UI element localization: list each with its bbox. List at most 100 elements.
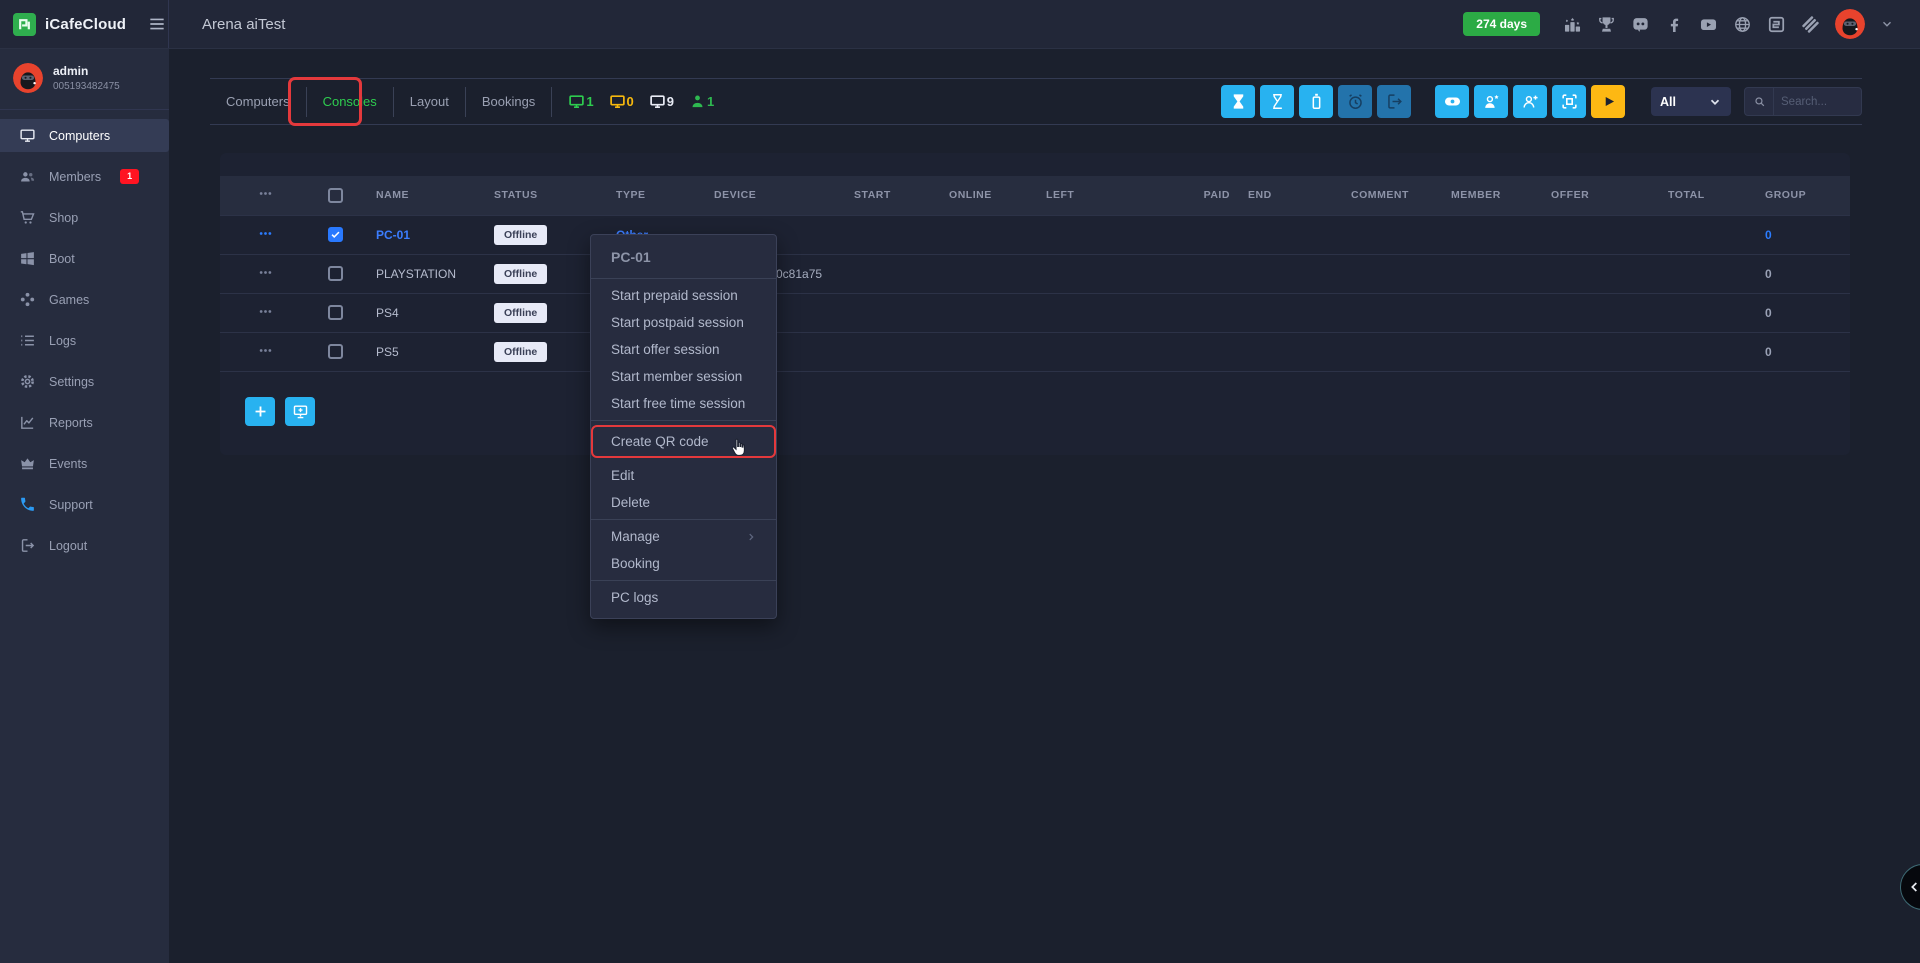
account-chevron-down-icon[interactable] bbox=[1880, 17, 1894, 31]
alarm-clock-icon bbox=[1346, 92, 1365, 111]
group-count[interactable]: 0 bbox=[1749, 293, 1850, 332]
menu-item-start-prepaid-session[interactable]: Start prepaid session bbox=[591, 282, 776, 309]
plus-icon bbox=[252, 403, 269, 420]
brand[interactable]: iCafeCloud bbox=[0, 0, 169, 48]
add-console-button[interactable] bbox=[245, 397, 275, 426]
gamepad-icon bbox=[19, 291, 36, 308]
postpaid-session-button[interactable] bbox=[1260, 85, 1294, 118]
gear-icon bbox=[19, 373, 36, 390]
user-avatar[interactable] bbox=[1835, 9, 1865, 39]
qr-scan-button[interactable] bbox=[1552, 85, 1586, 118]
menu-item-start-member-session[interactable]: Start member session bbox=[591, 363, 776, 390]
group-count[interactable]: 0 bbox=[1749, 254, 1850, 293]
menu-item-start-free-time-session[interactable]: Start free time session bbox=[591, 390, 776, 417]
tab-consoles[interactable]: Consoles bbox=[307, 94, 393, 109]
sidebar-user-name: admin bbox=[53, 64, 120, 78]
counter-consoles-online[interactable]: 1 bbox=[568, 93, 593, 110]
header-menu-icon[interactable] bbox=[258, 186, 273, 201]
row-menu-button[interactable] bbox=[258, 304, 273, 319]
sign-out-icon bbox=[1385, 92, 1404, 111]
table-header-row: NAME STATUS TYPE DEVICE START ONLINE LEF… bbox=[220, 176, 1850, 215]
sidebar-item-shop[interactable]: Shop bbox=[0, 201, 169, 234]
menu-item-start-postpaid-session[interactable]: Start postpaid session bbox=[591, 309, 776, 336]
search-input[interactable] bbox=[1774, 96, 1861, 108]
sidebar-item-support[interactable]: Support bbox=[0, 488, 169, 521]
sidebar-item-reports[interactable]: Reports bbox=[0, 406, 169, 439]
sidebar-item-computers[interactable]: Computers bbox=[0, 119, 169, 152]
status-badge: Offline bbox=[494, 303, 547, 323]
select-all-checkbox[interactable] bbox=[328, 188, 343, 203]
sidebar-item-logout[interactable]: Logout bbox=[0, 529, 169, 562]
play-icon bbox=[1599, 92, 1618, 111]
tab-bookings[interactable]: Bookings bbox=[466, 94, 551, 109]
submenu-chevron-right-icon bbox=[746, 532, 756, 542]
trophy-icon[interactable] bbox=[1597, 15, 1616, 34]
hamburger-menu-icon[interactable] bbox=[147, 14, 167, 34]
menu-divider bbox=[591, 519, 776, 520]
group-count[interactable]: 0 bbox=[1749, 215, 1850, 254]
sidebar-item-settings[interactable]: Settings bbox=[0, 365, 169, 398]
table-row-ps5[interactable]: PS5 Offline 0 bbox=[220, 332, 1850, 371]
group-count[interactable]: 0 bbox=[1749, 332, 1850, 371]
console-name[interactable]: PS5 bbox=[360, 332, 478, 371]
ranking-icon[interactable] bbox=[1563, 15, 1582, 34]
discord-icon[interactable] bbox=[1631, 15, 1650, 34]
row-checkbox[interactable] bbox=[328, 305, 343, 320]
counter-members-online[interactable]: 1 bbox=[689, 93, 714, 110]
monitor-icon bbox=[609, 93, 626, 110]
row-checkbox[interactable] bbox=[328, 227, 343, 242]
sidebar-item-members[interactable]: Members 1 bbox=[0, 160, 169, 193]
timer-button[interactable] bbox=[1338, 85, 1372, 118]
table-row-playstation[interactable]: PLAYSTATION Offline 0c81a75 0 bbox=[220, 254, 1850, 293]
menu-item-create-qr-code[interactable]: Create QR code bbox=[591, 425, 776, 458]
chart-line-icon bbox=[19, 414, 36, 431]
row-checkbox[interactable] bbox=[328, 266, 343, 281]
menu-item-edit[interactable]: Edit bbox=[591, 462, 776, 489]
sidebar-item-games[interactable]: Games bbox=[0, 283, 169, 316]
add-member-button[interactable] bbox=[1513, 85, 1547, 118]
counter-consoles-offline[interactable]: 9 bbox=[649, 93, 674, 110]
start-session-button[interactable] bbox=[1591, 85, 1625, 118]
table-row-pc-01[interactable]: PC-01 Offline Other 0 bbox=[220, 215, 1850, 254]
battery-button[interactable] bbox=[1299, 85, 1333, 118]
icafe-mark-icon[interactable] bbox=[1767, 15, 1786, 34]
sidebar-item-events[interactable]: Events bbox=[0, 447, 169, 480]
logout-icon bbox=[19, 537, 36, 554]
license-days-badge[interactable]: 274 days bbox=[1463, 12, 1540, 36]
sidebar-item-boot[interactable]: Boot bbox=[0, 242, 169, 275]
themes-icon[interactable] bbox=[1801, 15, 1820, 34]
row-menu-button[interactable] bbox=[258, 265, 273, 280]
filter-select[interactable]: All bbox=[1651, 87, 1731, 116]
add-member-star-button[interactable] bbox=[1474, 85, 1508, 118]
row-checkbox[interactable] bbox=[328, 344, 343, 359]
members-count-badge: 1 bbox=[120, 169, 139, 184]
menu-item-booking[interactable]: Booking bbox=[591, 550, 776, 577]
globe-icon[interactable] bbox=[1733, 15, 1752, 34]
sidebar-user-block: admin 005193482475 bbox=[0, 49, 169, 110]
table-row-ps4[interactable]: PS4 Offline 0 bbox=[220, 293, 1850, 332]
context-menu-title: PC-01 bbox=[591, 240, 776, 275]
tab-layout[interactable]: Layout bbox=[394, 94, 465, 109]
counter-consoles-busy[interactable]: 0 bbox=[609, 93, 634, 110]
menu-item-delete[interactable]: Delete bbox=[591, 489, 776, 516]
menu-item-start-offer-session[interactable]: Start offer session bbox=[591, 336, 776, 363]
youtube-icon[interactable] bbox=[1699, 15, 1718, 34]
prepaid-session-button[interactable] bbox=[1221, 85, 1255, 118]
end-session-button[interactable] bbox=[1377, 85, 1411, 118]
tab-computers[interactable]: Computers bbox=[210, 94, 306, 109]
facebook-icon[interactable] bbox=[1665, 15, 1684, 34]
menu-item-manage[interactable]: Manage bbox=[591, 523, 776, 550]
row-menu-button[interactable] bbox=[258, 226, 273, 241]
topbar-right: 274 days bbox=[1463, 9, 1920, 39]
add-device-button[interactable] bbox=[285, 397, 315, 426]
icafecloud-logo-icon bbox=[13, 13, 36, 36]
sidebar-item-logs[interactable]: Logs bbox=[0, 324, 169, 357]
console-name[interactable]: PLAYSTATION bbox=[360, 254, 478, 293]
payment-button[interactable] bbox=[1435, 85, 1469, 118]
console-name[interactable]: PS4 bbox=[360, 293, 478, 332]
console-name-link[interactable]: PC-01 bbox=[360, 215, 478, 254]
row-menu-button[interactable] bbox=[258, 343, 273, 358]
menu-item-pc-logs[interactable]: PC logs bbox=[591, 584, 776, 611]
status-badge: Offline bbox=[494, 264, 547, 284]
brand-name: iCafeCloud bbox=[45, 16, 126, 33]
